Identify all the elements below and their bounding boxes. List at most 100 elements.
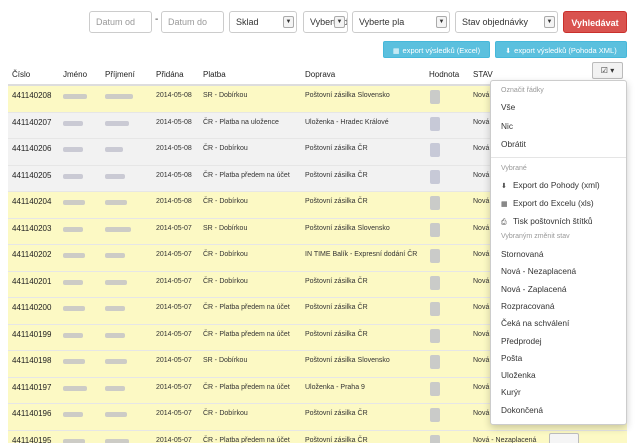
menu-header-mark: Označit řádky: [501, 87, 544, 94]
redacted-last-name: [105, 94, 133, 99]
menu-item-label: Export do Excelu (xls): [513, 198, 594, 208]
payment-select-value: Vyberte pla: [359, 17, 405, 27]
order-status-select-value: Stav objednávky: [462, 17, 529, 27]
order-shipping: Poštovní zásilka ČR: [305, 410, 368, 417]
chevron-down-icon: ▼: [283, 16, 294, 28]
redacted-first-name: [63, 385, 87, 391]
table-row[interactable]: 441140195 2014-05-07 ČR - Platba předem na…: [8, 430, 627, 443]
order-shipping: Poštovní zásilka ČR: [305, 304, 368, 311]
redacted-first-name: [63, 147, 83, 152]
menu-item-state[interactable]: Nová - Zaplacená: [501, 284, 567, 294]
redacted-value: [430, 169, 440, 184]
menu-item-select-none[interactable]: Nic: [501, 121, 513, 131]
order-payment: ČR - Platba předem na účet: [203, 436, 290, 443]
redacted-first-name: [63, 412, 83, 417]
column-header: Přidána: [156, 70, 184, 79]
order-date: 2014-05-07: [156, 383, 192, 391]
menu-item-export-excel[interactable]: ▦ Export do Excelu (xls): [501, 198, 594, 208]
export-excel-label: export výsledků (Excel): [402, 46, 481, 55]
row-select-dropdown-button[interactable]: ☑ ▾: [592, 62, 623, 79]
order-date: 2014-05-07: [156, 251, 192, 258]
menu-item-state[interactable]: Stornovaná: [501, 249, 543, 259]
check-square-icon: ☑: [600, 66, 608, 75]
redacted-first-name: [63, 200, 85, 205]
order-payment: SR - Dobírkou: [203, 357, 248, 364]
menu-item-state[interactable]: Pošta: [501, 353, 522, 363]
order-date: 2014-05-08: [156, 118, 192, 126]
order-number: 441140201: [12, 276, 52, 286]
order-status: Nová: [473, 118, 490, 126]
redacted-first-name: [63, 120, 83, 126]
menu-item-state[interactable]: Dokončená: [501, 405, 543, 415]
order-status: Nová - Nezaplacená: [473, 436, 537, 443]
order-date: 2014-05-07: [156, 330, 192, 338]
column-header: Hodnota: [429, 70, 460, 79]
warehouse-select-value: Sklad: [236, 17, 259, 27]
payment-select[interactable]: Vyberte pla ▼: [352, 11, 450, 33]
download-icon: ⬇: [501, 183, 507, 190]
order-shipping: Poštovní zásilka ČR: [305, 277, 368, 285]
redacted-value: [430, 143, 440, 157]
order-status: Nová: [473, 277, 490, 285]
menu-item-state[interactable]: Předprodej: [501, 336, 542, 346]
order-shipping: Poštovní zásilka ČR: [305, 145, 368, 152]
export-pohoda-button[interactable]: ⬇ export výsledků (Pohoda XML): [495, 41, 627, 58]
column-header: Jméno: [63, 70, 88, 79]
export-excel-button[interactable]: ▦ export výsledků (Excel): [383, 41, 490, 58]
order-shipping: Poštovní zásilka Slovensko: [305, 92, 390, 99]
order-number: 441140207: [12, 117, 52, 127]
order-payment: ČR - Dobírkou: [203, 277, 248, 285]
redacted-last-name: [105, 173, 125, 179]
order-status: Nová: [473, 198, 490, 205]
chevron-down-icon: ▼: [436, 16, 447, 28]
redacted-last-name: [105, 438, 129, 443]
redacted-value: [430, 275, 440, 290]
order-status-select[interactable]: Stav objednávky ▼: [455, 11, 558, 33]
order-shipping: Uloženka - Hradec Králové: [305, 118, 389, 126]
menu-item-state[interactable]: Rozpracovaná: [501, 301, 555, 311]
redacted-value: [430, 196, 440, 210]
order-shipping: Poštovní zásilka ČR: [305, 171, 368, 179]
redacted-first-name: [63, 438, 85, 443]
column-header: Platba: [203, 70, 226, 79]
order-number: 441140195: [12, 435, 52, 443]
menu-item-label: Tisk poštovních štítků: [513, 216, 593, 226]
menu-item-label: Export do Pohody (xml): [513, 180, 600, 190]
order-number: 441140198: [12, 356, 52, 365]
menu-item-invert[interactable]: Obrátit: [501, 139, 526, 149]
column-header: Doprava: [305, 70, 336, 79]
redacted-first-name: [63, 173, 83, 179]
menu-item-state[interactable]: Čeká na schválení: [501, 318, 569, 328]
order-number: 441140199: [12, 329, 52, 339]
menu-item-print-labels[interactable]: ⎙ Tisk poštovních štítků: [501, 216, 592, 227]
redacted-last-name: [105, 147, 123, 152]
redacted-value: [430, 302, 440, 316]
order-payment: ČR - Platba předem na účet: [203, 330, 290, 338]
order-date: 2014-05-08: [156, 92, 192, 99]
order-number: 441140205: [12, 170, 52, 180]
redacted-last-name: [105, 359, 127, 364]
order-status: Nová: [473, 330, 490, 338]
date-from-input[interactable]: Datum od: [89, 11, 152, 33]
date-to-input[interactable]: Datum do: [161, 11, 224, 33]
redacted-value: [430, 328, 440, 343]
export-pohoda-label: export výsledků (Pohoda XML): [514, 46, 617, 55]
redacted-first-name: [63, 279, 83, 285]
order-shipping: Poštovní zásilka Slovensko: [305, 357, 390, 364]
menu-item-state[interactable]: Kurýr: [501, 387, 521, 397]
menu-item-select-all[interactable]: Vše: [501, 102, 515, 112]
warehouse-select[interactable]: Sklad ▼: [229, 11, 297, 33]
order-date: 2014-05-07: [156, 224, 192, 232]
redacted-first-name: [63, 94, 87, 99]
order-date: 2014-05-07: [156, 436, 192, 443]
redacted-last-name: [105, 226, 131, 232]
row-action-button[interactable]: [549, 433, 579, 443]
menu-divider: [491, 157, 626, 158]
column-header: STAV: [473, 70, 493, 79]
shipping-select[interactable]: Vyberte dop ▼: [303, 11, 348, 33]
order-shipping: Poštovní zásilka ČR: [305, 198, 368, 205]
search-button[interactable]: Vyhledávat: [563, 11, 627, 33]
menu-item-state[interactable]: Nová - Nezaplacená: [501, 266, 576, 276]
menu-item-state[interactable]: Uloženka: [501, 370, 536, 380]
menu-item-export-pohoda[interactable]: ⬇ Export do Pohody (xml): [501, 180, 600, 190]
